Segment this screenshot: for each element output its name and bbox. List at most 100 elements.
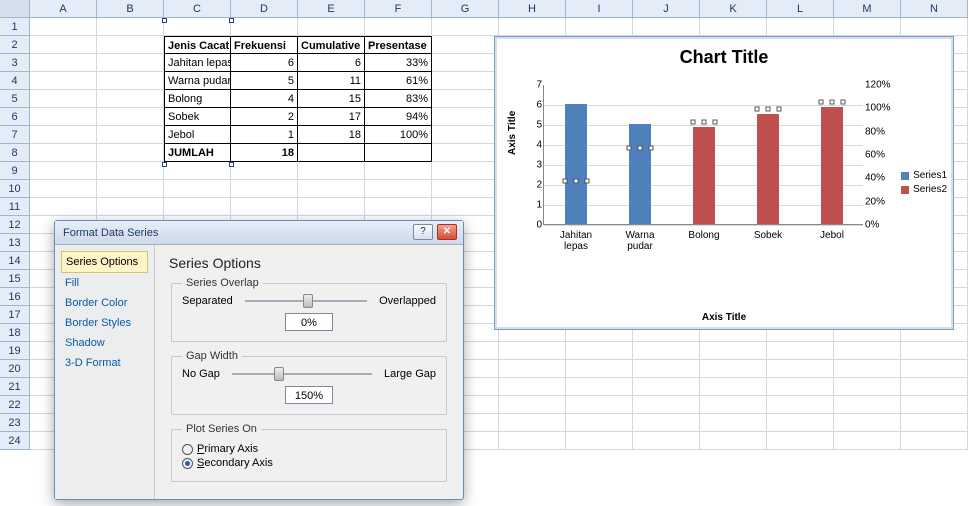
cell[interactable] xyxy=(432,126,499,144)
cell[interactable]: 6 xyxy=(231,54,298,72)
cell[interactable] xyxy=(499,378,566,396)
column-header[interactable]: I xyxy=(566,0,633,18)
cell[interactable] xyxy=(834,414,901,432)
cell[interactable]: JUMLAH xyxy=(164,144,231,162)
row-header[interactable]: 11 xyxy=(0,198,30,216)
cell[interactable] xyxy=(298,180,365,198)
row-header[interactable]: 12 xyxy=(0,216,30,234)
help-button[interactable]: ? xyxy=(413,224,433,240)
bar-series1[interactable] xyxy=(629,124,651,224)
cell[interactable] xyxy=(30,90,97,108)
cell[interactable]: 15 xyxy=(298,90,365,108)
cell[interactable] xyxy=(30,126,97,144)
cell[interactable] xyxy=(298,144,365,162)
cell[interactable] xyxy=(97,126,164,144)
cell[interactable] xyxy=(231,162,298,180)
row-header[interactable]: 9 xyxy=(0,162,30,180)
cell[interactable]: Presentase xyxy=(365,36,432,54)
cell[interactable] xyxy=(30,198,97,216)
column-header[interactable]: E xyxy=(298,0,365,18)
embedded-chart[interactable]: Chart Title Axis Title 012345670%20%40%6… xyxy=(494,36,954,330)
column-header[interactable]: L xyxy=(767,0,834,18)
cell[interactable] xyxy=(901,414,968,432)
cell[interactable] xyxy=(767,18,834,36)
cell[interactable] xyxy=(231,18,298,36)
cell[interactable] xyxy=(499,342,566,360)
cell[interactable] xyxy=(97,198,164,216)
cell[interactable] xyxy=(767,432,834,450)
cell[interactable]: 6 xyxy=(298,54,365,72)
cell[interactable] xyxy=(834,18,901,36)
cell[interactable] xyxy=(499,18,566,36)
cell[interactable] xyxy=(700,18,767,36)
side-fill[interactable]: Fill xyxy=(61,273,148,293)
row-header[interactable]: 8 xyxy=(0,144,30,162)
cell[interactable] xyxy=(432,108,499,126)
side-3d-format[interactable]: 3-D Format xyxy=(61,353,148,373)
cell[interactable]: Frekuensi xyxy=(231,36,298,54)
cell[interactable] xyxy=(566,378,633,396)
row-header[interactable]: 13 xyxy=(0,234,30,252)
cell[interactable] xyxy=(834,432,901,450)
cell[interactable] xyxy=(566,414,633,432)
cell[interactable]: 33% xyxy=(365,54,432,72)
row-header[interactable]: 3 xyxy=(0,54,30,72)
cell[interactable] xyxy=(499,432,566,450)
axis-title-y[interactable]: Axis Title xyxy=(507,111,518,155)
bar-series2[interactable] xyxy=(757,114,779,224)
column-header[interactable]: B xyxy=(97,0,164,18)
cell[interactable] xyxy=(432,72,499,90)
cell[interactable] xyxy=(231,198,298,216)
cell[interactable]: 83% xyxy=(365,90,432,108)
cell[interactable] xyxy=(566,342,633,360)
cell[interactable] xyxy=(97,54,164,72)
bar-series2[interactable] xyxy=(821,107,843,224)
cell[interactable] xyxy=(901,432,968,450)
side-border-color[interactable]: Border Color xyxy=(61,293,148,313)
cell[interactable] xyxy=(633,396,700,414)
chart-title[interactable]: Chart Title xyxy=(495,37,953,68)
gap-slider[interactable] xyxy=(232,373,372,375)
cell[interactable] xyxy=(432,198,499,216)
cell[interactable] xyxy=(633,414,700,432)
cell[interactable] xyxy=(30,18,97,36)
cell[interactable] xyxy=(365,180,432,198)
row-header[interactable]: 17 xyxy=(0,306,30,324)
overlap-slider[interactable] xyxy=(245,300,367,302)
cell[interactable] xyxy=(365,18,432,36)
cell[interactable] xyxy=(700,414,767,432)
cell[interactable]: 17 xyxy=(298,108,365,126)
row-header[interactable]: 16 xyxy=(0,288,30,306)
cell[interactable]: 18 xyxy=(298,126,365,144)
cell[interactable] xyxy=(834,360,901,378)
column-header[interactable]: D xyxy=(231,0,298,18)
cell[interactable] xyxy=(566,432,633,450)
cell[interactable]: 4 xyxy=(231,90,298,108)
cell[interactable] xyxy=(633,432,700,450)
cell[interactable]: 18 xyxy=(231,144,298,162)
column-header[interactable]: C xyxy=(164,0,231,18)
plot-area[interactable]: 012345670%20%40%60%80%100%120%Jahitan le… xyxy=(543,85,863,225)
row-header[interactable]: 24 xyxy=(0,432,30,450)
cell[interactable] xyxy=(700,432,767,450)
cell[interactable] xyxy=(834,378,901,396)
cell[interactable] xyxy=(700,396,767,414)
cell[interactable] xyxy=(97,108,164,126)
row-header[interactable]: 14 xyxy=(0,252,30,270)
cell[interactable]: 61% xyxy=(365,72,432,90)
column-header[interactable]: G xyxy=(432,0,499,18)
cell[interactable] xyxy=(633,18,700,36)
cell[interactable] xyxy=(767,378,834,396)
cell[interactable] xyxy=(30,108,97,126)
row-header[interactable]: 6 xyxy=(0,108,30,126)
cell[interactable] xyxy=(432,18,499,36)
cell[interactable] xyxy=(566,18,633,36)
side-series-options[interactable]: Series Options xyxy=(61,251,148,273)
cell[interactable] xyxy=(164,180,231,198)
cell[interactable] xyxy=(901,342,968,360)
cell[interactable] xyxy=(97,162,164,180)
chart-legend[interactable]: Series1 Series2 xyxy=(901,167,947,198)
column-header[interactable]: K xyxy=(700,0,767,18)
cell[interactable]: Jebol xyxy=(164,126,231,144)
cell[interactable] xyxy=(499,414,566,432)
